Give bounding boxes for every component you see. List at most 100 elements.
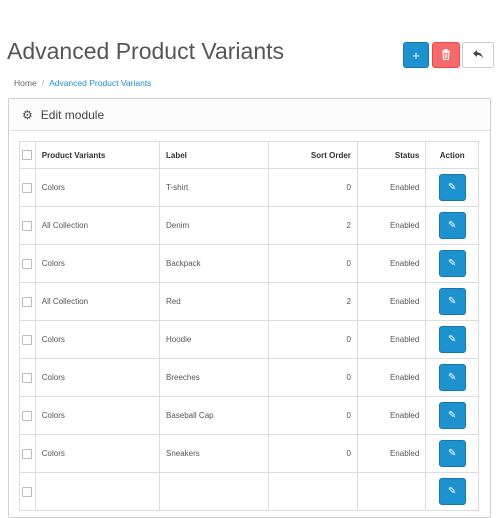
cell-label: Breeches bbox=[158, 358, 270, 397]
variants-table: Product Variants Label Sort Order Status… bbox=[19, 141, 479, 511]
cell-status: Enabled bbox=[356, 244, 427, 283]
add-button[interactable]: + bbox=[403, 42, 429, 68]
cell-label bbox=[158, 472, 270, 511]
gear-icon: ⚙ bbox=[22, 107, 33, 122]
row-checkbox[interactable] bbox=[22, 448, 33, 459]
pencil-icon: ✎ bbox=[447, 182, 457, 193]
cell-product-variants: Colors bbox=[34, 320, 161, 359]
row-checkbox[interactable] bbox=[22, 372, 33, 383]
row-checkbox[interactable] bbox=[22, 258, 33, 269]
plus-icon: + bbox=[412, 47, 420, 63]
row-checkbox[interactable] bbox=[22, 296, 33, 307]
edit-button[interactable]: ✎ bbox=[438, 250, 466, 277]
table-row: ✎ bbox=[19, 472, 479, 511]
table-header-row: Product Variants Label Sort Order Status… bbox=[19, 141, 479, 169]
cell-sort-order: 0 bbox=[268, 320, 358, 359]
cell-label: Backpack bbox=[158, 244, 270, 283]
row-select-cell bbox=[19, 434, 36, 473]
row-select-cell bbox=[19, 282, 36, 321]
row-select-cell bbox=[19, 168, 36, 207]
pencil-icon: ✎ bbox=[447, 220, 457, 231]
table-row: All Collection Red 2 Enabled ✎ bbox=[19, 282, 479, 321]
cell-action: ✎ bbox=[425, 358, 479, 397]
delete-button[interactable] bbox=[432, 42, 460, 68]
table-row: Colors Hoodie 0 Enabled ✎ bbox=[19, 320, 479, 359]
edit-button[interactable]: ✎ bbox=[438, 174, 466, 201]
cell-product-variants: Colors bbox=[34, 434, 161, 473]
cell-label: Baseball Cap bbox=[158, 396, 270, 435]
cell-action: ✎ bbox=[425, 244, 479, 283]
select-all-cell bbox=[19, 141, 36, 169]
panel-title: Edit module bbox=[40, 107, 105, 122]
edit-button[interactable]: ✎ bbox=[438, 440, 466, 467]
cell-sort-order: 2 bbox=[268, 282, 358, 321]
cell-sort-order: 0 bbox=[268, 434, 358, 473]
cell-label: Hoodie bbox=[158, 320, 270, 359]
row-checkbox[interactable] bbox=[22, 182, 33, 193]
row-select-cell bbox=[19, 472, 36, 511]
cell-product-variants: Colors bbox=[34, 396, 161, 435]
pencil-icon: ✎ bbox=[447, 372, 457, 383]
cell-action: ✎ bbox=[425, 472, 479, 511]
cell-product-variants: All Collection bbox=[34, 282, 161, 321]
edit-button[interactable]: ✎ bbox=[438, 212, 466, 239]
cell-status: Enabled bbox=[356, 396, 427, 435]
cell-status: Enabled bbox=[356, 434, 427, 473]
column-header-action: Action bbox=[425, 141, 479, 169]
row-select-cell bbox=[19, 396, 36, 435]
breadcrumb-home[interactable]: Home bbox=[14, 78, 37, 88]
cell-product-variants: Colors bbox=[34, 244, 161, 283]
table-row: Colors Sneakers 0 Enabled ✎ bbox=[19, 434, 479, 473]
edit-module-panel: ⚙ Edit module Product Variants Label Sor… bbox=[8, 98, 491, 518]
cell-product-variants: Colors bbox=[34, 168, 161, 207]
column-header-product-variants[interactable]: Product Variants bbox=[34, 141, 161, 169]
cell-status: Enabled bbox=[356, 358, 427, 397]
cell-status: Enabled bbox=[356, 168, 427, 207]
cell-label: Denim bbox=[158, 206, 270, 245]
cell-status: Enabled bbox=[356, 320, 427, 359]
edit-button[interactable]: ✎ bbox=[438, 326, 466, 353]
panel-heading: ⚙ Edit module bbox=[9, 99, 490, 131]
cell-label: Red bbox=[158, 282, 270, 321]
cell-product-variants bbox=[34, 472, 161, 511]
cell-product-variants: All Collection bbox=[34, 206, 161, 245]
column-header-status[interactable]: Status bbox=[356, 141, 427, 169]
reply-icon bbox=[472, 48, 484, 63]
cell-status: Enabled bbox=[356, 206, 427, 245]
cell-label: T-shirt bbox=[158, 168, 270, 207]
pencil-icon: ✎ bbox=[447, 448, 457, 459]
row-select-cell bbox=[19, 206, 36, 245]
breadcrumb-current[interactable]: Advanced Product Variants bbox=[49, 78, 151, 88]
edit-button[interactable]: ✎ bbox=[438, 402, 466, 429]
table-row: Colors Baseball Cap 0 Enabled ✎ bbox=[19, 396, 479, 435]
row-select-cell bbox=[19, 244, 36, 283]
cell-action: ✎ bbox=[425, 168, 479, 207]
row-select-cell bbox=[19, 358, 36, 397]
table-row: Colors Breeches 0 Enabled ✎ bbox=[19, 358, 479, 397]
cell-action: ✎ bbox=[425, 320, 479, 359]
row-checkbox[interactable] bbox=[22, 486, 33, 497]
table-row: Colors T-shirt 0 Enabled ✎ bbox=[19, 168, 479, 207]
edit-button[interactable]: ✎ bbox=[438, 478, 466, 505]
column-header-label[interactable]: Label bbox=[158, 141, 270, 169]
cell-action: ✎ bbox=[425, 282, 479, 321]
column-header-sort-order[interactable]: Sort Order bbox=[268, 141, 358, 169]
cell-action: ✎ bbox=[425, 206, 479, 245]
cell-sort-order: 0 bbox=[268, 358, 358, 397]
page-title: Advanced Product Variants bbox=[7, 38, 285, 64]
trash-icon bbox=[441, 48, 451, 63]
back-button[interactable] bbox=[462, 42, 494, 68]
row-checkbox[interactable] bbox=[22, 334, 33, 345]
breadcrumb-separator: / bbox=[41, 78, 45, 88]
table-row: Colors Backpack 0 Enabled ✎ bbox=[19, 244, 479, 283]
edit-button[interactable]: ✎ bbox=[438, 288, 466, 315]
cell-action: ✎ bbox=[425, 396, 479, 435]
cell-product-variants: Colors bbox=[34, 358, 161, 397]
select-all-checkbox[interactable] bbox=[22, 150, 33, 160]
cell-sort-order: 0 bbox=[268, 244, 358, 283]
panel-body: Product Variants Label Sort Order Status… bbox=[9, 131, 490, 511]
row-checkbox[interactable] bbox=[22, 220, 33, 231]
row-checkbox[interactable] bbox=[22, 410, 33, 421]
table-row: All Collection Denim 2 Enabled ✎ bbox=[19, 206, 479, 245]
edit-button[interactable]: ✎ bbox=[438, 364, 466, 391]
